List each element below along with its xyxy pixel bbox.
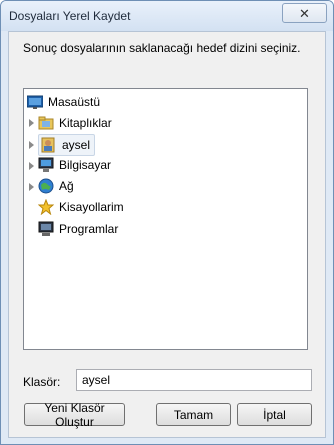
close-icon: ✕ — [299, 5, 310, 21]
instruction-text: Sonuç dosyalarının saklanacağı hedef diz… — [23, 41, 301, 55]
tree-item-aysel[interactable]: aysel — [38, 134, 96, 156]
expand-arrow-icon[interactable] — [29, 162, 34, 170]
desktop-icon — [26, 94, 44, 110]
tree-item-label: Kitaplıklar — [59, 116, 112, 130]
libraries-icon — [38, 115, 54, 131]
tree-item-label: Masaüstü — [48, 95, 101, 109]
title-bar: Dosyaları Yerel Kaydet ✕ — [1, 1, 333, 31]
folder-label: Klasör: — [23, 375, 61, 389]
tree-item-programs[interactable]: Programlar — [38, 219, 118, 239]
tree-item-libraries[interactable]: Kitaplıklar — [38, 113, 112, 133]
tree-item-shortcuts[interactable]: Kisayollarim — [37, 197, 124, 217]
close-button[interactable]: ✕ — [282, 3, 327, 23]
new-folder-button[interactable]: Yeni Klasör Oluştur — [24, 401, 125, 429]
computer-icon — [38, 157, 54, 173]
tree-item-label: Bilgisayar — [59, 158, 112, 172]
expand-arrow-icon[interactable] — [29, 119, 34, 127]
tree-item-desktop[interactable]: Masaüstü — [26, 92, 101, 112]
network-icon — [38, 178, 54, 194]
ok-button[interactable]: Tamam — [156, 403, 231, 426]
tree-item-label: Kisayollarim — [59, 200, 124, 214]
expand-arrow-icon[interactable] — [29, 141, 34, 149]
folder-name-input[interactable] — [76, 369, 312, 391]
dialog-window: Dosyaları Yerel Kaydet ✕ Sonuç dosyaları… — [0, 0, 334, 445]
tree-item-label: Programlar — [59, 222, 119, 236]
tree-item-network[interactable]: Ağ — [38, 176, 74, 196]
tree-item-computer[interactable]: Bilgisayar — [38, 155, 111, 175]
user-folder-icon — [41, 137, 57, 153]
folder-tree[interactable]: Masaüstü Kitaplıklar aysel Bilgisayar Ağ… — [23, 88, 308, 350]
tree-item-label: Ağ — [59, 179, 74, 193]
dialog-content: Sonuç dosyalarının saklanacağı hedef diz… — [8, 31, 326, 438]
window-title: Dosyaları Yerel Kaydet — [9, 9, 131, 23]
expand-arrow-icon[interactable] — [29, 183, 34, 191]
monitor-icon — [38, 221, 54, 237]
tree-item-label: aysel — [62, 138, 91, 152]
star-icon — [37, 198, 55, 216]
cancel-button[interactable]: İptal — [237, 403, 312, 426]
